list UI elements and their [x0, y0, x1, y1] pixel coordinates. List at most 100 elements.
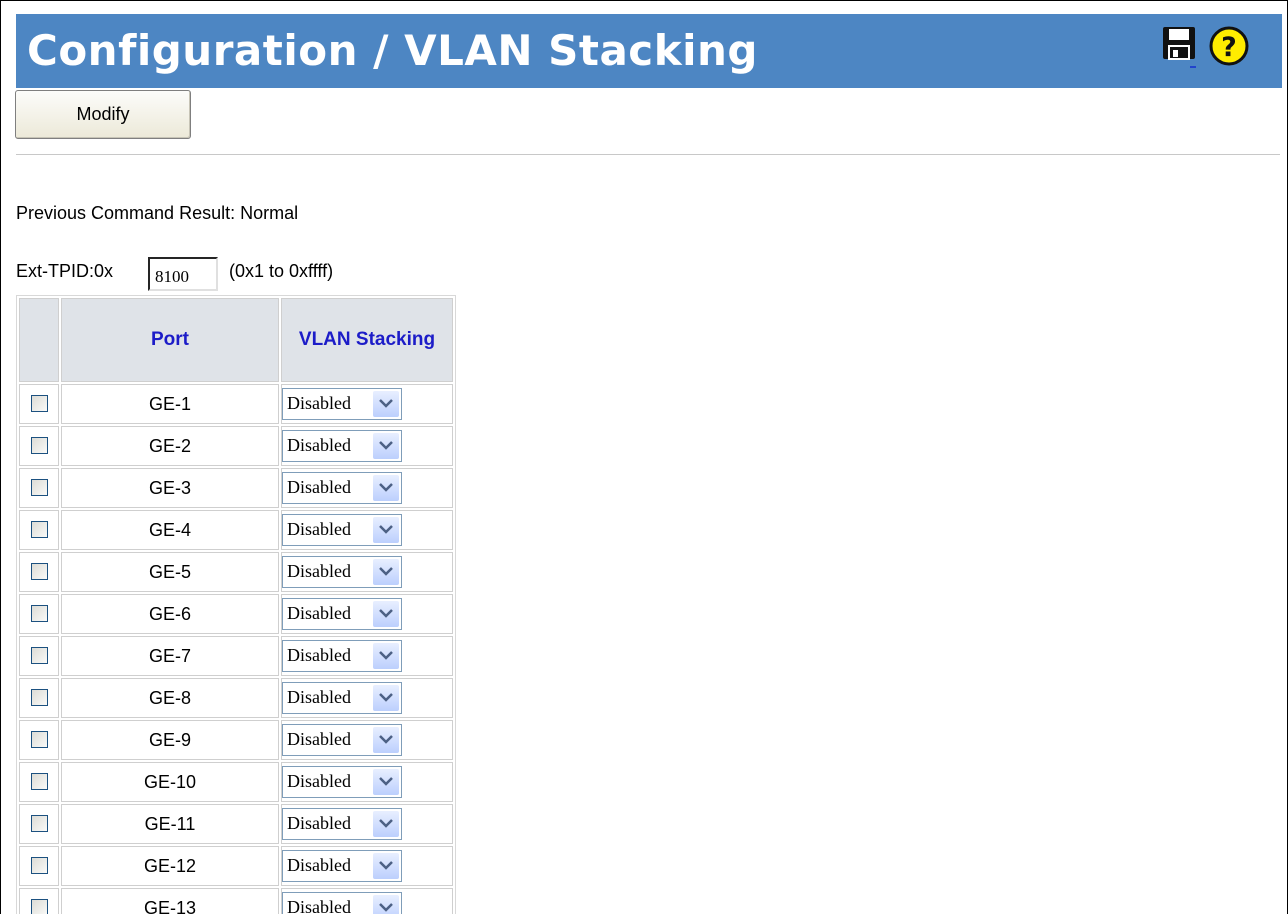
chevron-down-icon[interactable] [373, 643, 399, 669]
vlan-stacking-select[interactable]: Disabled [282, 556, 402, 588]
header-vlan-stacking: VLAN Stacking [281, 298, 453, 382]
chevron-down-icon[interactable] [373, 391, 399, 417]
chevron-down-icon[interactable] [373, 853, 399, 879]
vlan-stacking-cell: Disabled [281, 468, 453, 508]
table-row: GE-1 Disabled [19, 384, 453, 424]
table-row: GE-2 Disabled [19, 426, 453, 466]
ext-tpid-input[interactable] [148, 257, 218, 291]
port-cell: GE-5 [61, 552, 279, 592]
table-row: GE-13 Disabled [19, 888, 453, 914]
row-checkbox[interactable] [30, 437, 48, 455]
chevron-down-icon[interactable] [373, 475, 399, 501]
chevron-down-icon[interactable] [373, 769, 399, 795]
vlan-stacking-select[interactable]: Disabled [282, 766, 402, 798]
chevron-down-icon[interactable] [373, 601, 399, 627]
port-cell: GE-13 [61, 888, 279, 914]
vlan-stacking-select[interactable]: Disabled [282, 430, 402, 462]
row-checkbox[interactable] [30, 857, 48, 875]
vlan-stacking-cell: Disabled [281, 846, 453, 886]
page-title: Configuration / VLAN Stacking [27, 26, 758, 75]
chevron-down-icon[interactable] [373, 559, 399, 585]
vlan-stacking-select[interactable]: Disabled [282, 850, 402, 882]
port-cell: GE-12 [61, 846, 279, 886]
row-checkbox[interactable] [30, 689, 48, 707]
save-icon[interactable] [1162, 26, 1196, 72]
row-checkbox[interactable] [30, 899, 48, 914]
row-checkbox[interactable] [30, 521, 48, 539]
row-checkbox[interactable] [30, 647, 48, 665]
chevron-down-icon[interactable] [373, 433, 399, 459]
chevron-down-icon[interactable] [373, 727, 399, 753]
vlan-stacking-value: Disabled [287, 687, 351, 707]
port-cell: GE-8 [61, 678, 279, 718]
vlan-stacking-value: Disabled [287, 897, 351, 914]
table-row: GE-10 Disabled [19, 762, 453, 802]
vlan-stacking-select[interactable]: Disabled [282, 514, 402, 546]
row-checkbox[interactable] [30, 605, 48, 623]
row-checkbox[interactable] [30, 395, 48, 413]
row-select-cell [19, 384, 59, 424]
row-select-cell [19, 426, 59, 466]
vlan-stacking-value: Disabled [287, 519, 351, 539]
table-row: GE-8 Disabled [19, 678, 453, 718]
divider [16, 154, 1280, 155]
vlan-stacking-cell: Disabled [281, 594, 453, 634]
vlan-stacking-value: Disabled [287, 645, 351, 665]
vlan-stacking-select[interactable]: Disabled [282, 808, 402, 840]
vlan-stacking-value: Disabled [287, 477, 351, 497]
vlan-stacking-value: Disabled [287, 729, 351, 749]
chevron-down-icon[interactable] [373, 811, 399, 837]
table-row: GE-7 Disabled [19, 636, 453, 676]
vlan-stacking-cell: Disabled [281, 426, 453, 466]
table-body: GE-1 Disabled GE-2 Disabled GE-3 Disabled GE-4… [19, 384, 453, 914]
row-checkbox[interactable] [30, 815, 48, 833]
vlan-stacking-cell: Disabled [281, 804, 453, 844]
table-header-row: Port VLAN Stacking [19, 298, 453, 382]
vlan-stacking-select[interactable]: Disabled [282, 472, 402, 504]
chevron-down-icon[interactable] [373, 517, 399, 543]
vlan-stacking-select[interactable]: Disabled [282, 682, 402, 714]
vlan-stacking-cell: Disabled [281, 678, 453, 718]
vlan-stacking-select[interactable]: Disabled [282, 892, 402, 914]
row-select-cell [19, 888, 59, 914]
row-select-cell [19, 510, 59, 550]
row-select-cell [19, 594, 59, 634]
page-frame: Configuration / VLAN Stacking ? Modify P… [0, 0, 1288, 914]
ext-tpid-range-hint: (0x1 to 0xffff) [229, 261, 334, 281]
modify-button[interactable]: Modify [15, 90, 191, 139]
chevron-down-icon[interactable] [373, 685, 399, 711]
row-select-cell [19, 762, 59, 802]
help-icon[interactable]: ? [1209, 26, 1253, 70]
vlan-stacking-value: Disabled [287, 435, 351, 455]
vlan-stacking-value: Disabled [287, 855, 351, 875]
row-select-cell [19, 846, 59, 886]
port-cell: GE-7 [61, 636, 279, 676]
vlan-stacking-select[interactable]: Disabled [282, 598, 402, 630]
row-select-cell [19, 678, 59, 718]
vlan-stacking-value: Disabled [287, 771, 351, 791]
ext-tpid-label: Ext-TPID:0x [16, 261, 114, 281]
vlan-stacking-cell: Disabled [281, 384, 453, 424]
port-cell: GE-1 [61, 384, 279, 424]
row-checkbox[interactable] [30, 479, 48, 497]
svg-text:?: ? [1221, 32, 1237, 63]
vlan-stacking-select[interactable]: Disabled [282, 640, 402, 672]
command-result-text: Previous Command Result: Normal [16, 203, 299, 223]
row-checkbox[interactable] [30, 731, 48, 749]
vlan-stacking-cell: Disabled [281, 720, 453, 760]
vlan-stacking-select[interactable]: Disabled [282, 724, 402, 756]
chevron-down-icon[interactable] [373, 895, 399, 914]
row-select-cell [19, 720, 59, 760]
table-row: GE-5 Disabled [19, 552, 453, 592]
port-cell: GE-11 [61, 804, 279, 844]
header-port: Port [61, 298, 279, 382]
row-checkbox[interactable] [30, 773, 48, 791]
table-row: GE-3 Disabled [19, 468, 453, 508]
header-select-column [19, 298, 59, 382]
vlan-stacking-select[interactable]: Disabled [282, 388, 402, 420]
table-row: GE-12 Disabled [19, 846, 453, 886]
row-checkbox[interactable] [30, 563, 48, 581]
row-select-cell [19, 804, 59, 844]
port-cell: GE-10 [61, 762, 279, 802]
ext-tpid-row: Ext-TPID:0x (0x1 to 0xffff) [16, 257, 516, 293]
